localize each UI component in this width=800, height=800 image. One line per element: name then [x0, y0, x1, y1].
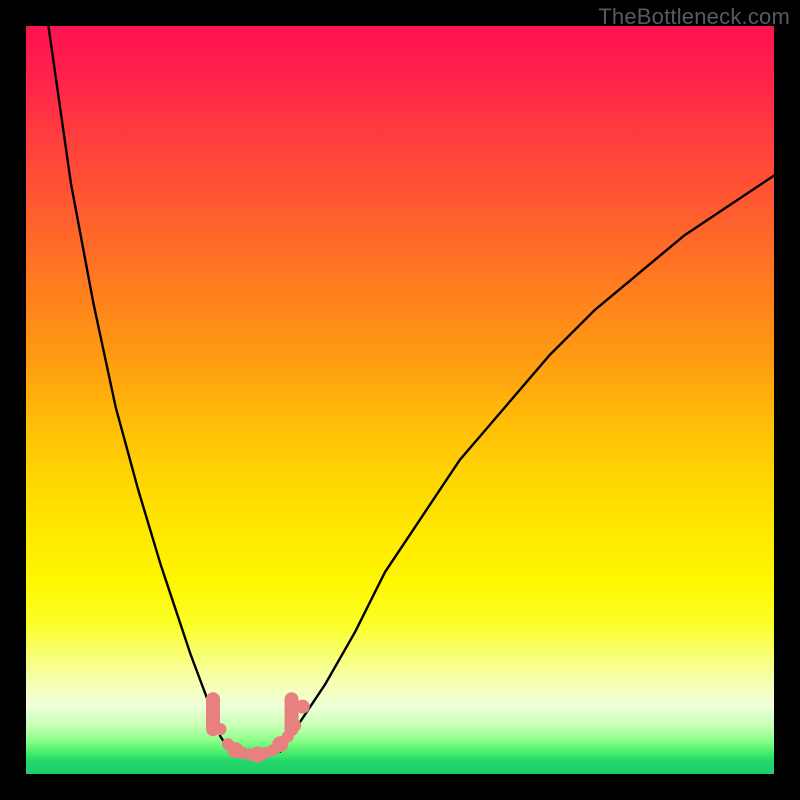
plot-area — [26, 26, 774, 774]
curve-left — [48, 26, 235, 752]
marker-group — [206, 699, 310, 762]
curve-right — [280, 176, 774, 752]
chart-stage: TheBottleneck.com — [0, 0, 800, 800]
curve-layer — [26, 26, 774, 774]
